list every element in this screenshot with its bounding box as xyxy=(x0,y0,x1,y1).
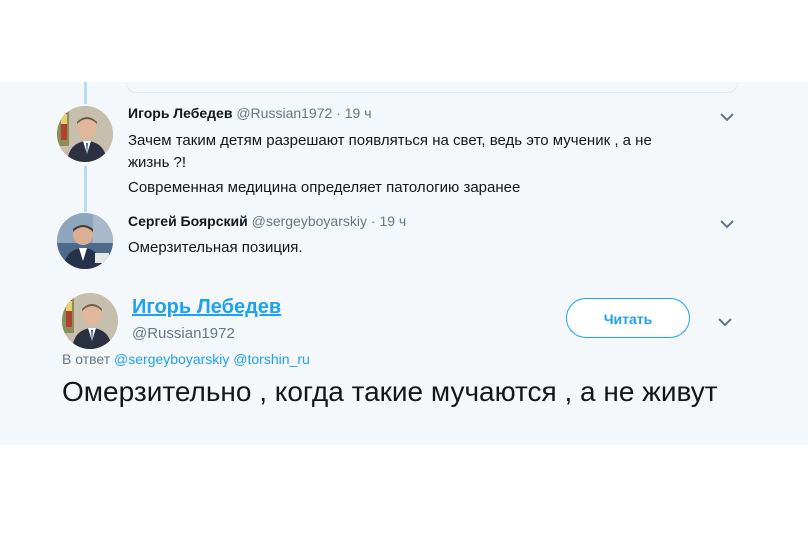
timestamp[interactable]: 19 ч xyxy=(379,213,406,229)
mention-link[interactable]: @torshin_ru xyxy=(233,351,309,367)
tweet-line: Современная медицина определяет патологи… xyxy=(128,179,521,196)
thread-connector-line xyxy=(84,166,87,212)
person-avatar-icon xyxy=(57,106,113,162)
thread-connector-line xyxy=(84,82,87,104)
tweet-line: Зачем таким детям разрешают появляться н… xyxy=(128,132,652,149)
author-handle[interactable]: @Russian1972 xyxy=(236,105,332,121)
chevron-down-icon[interactable] xyxy=(718,215,736,233)
tweet-line: жизнь ?! xyxy=(128,154,187,171)
quoted-tweet-box-bottom xyxy=(126,82,738,93)
reply-context: В ответ @sergeyboyarskiy @torshin_ru xyxy=(62,351,310,367)
separator: · xyxy=(370,213,376,229)
tweet-header: Сергей Боярский @sergeyboyarskiy · 19 ч xyxy=(128,213,406,229)
tweet-text: Зачем таким детям разрешают появляться н… xyxy=(128,130,652,199)
follow-button[interactable]: Читать xyxy=(566,298,690,338)
mention-link[interactable]: @sergeyboyarskiy xyxy=(114,351,229,367)
main-tweet-text: Омерзительно , когда такие мучаются , а … xyxy=(62,376,718,407)
chevron-down-icon[interactable] xyxy=(716,313,734,331)
avatar[interactable] xyxy=(62,293,118,349)
separator: · xyxy=(336,105,341,121)
timestamp[interactable]: 19 ч xyxy=(345,105,372,121)
tweet-thread-panel: Игорь Лебедев @Russian1972 · 19 ч Зачем … xyxy=(0,82,808,445)
author-name[interactable]: Сергей Боярский xyxy=(128,213,248,229)
person-avatar-icon xyxy=(62,293,118,349)
main-author-name[interactable]: Игорь Лебедев xyxy=(132,296,281,319)
author-handle[interactable]: @sergeyboyarskiy xyxy=(252,213,367,229)
person-avatar-icon xyxy=(57,213,113,269)
avatar[interactable] xyxy=(57,213,113,269)
chevron-down-icon[interactable] xyxy=(718,108,736,126)
tweet-line: Омерзительная позиция. xyxy=(128,239,303,256)
tweet-header: Игорь Лебедев @Russian1972 · 19 ч xyxy=(128,105,372,121)
reply-prefix: В ответ xyxy=(62,351,111,367)
main-author-handle[interactable]: @Russian1972 xyxy=(132,325,235,342)
avatar[interactable] xyxy=(57,106,113,162)
tweet-text: Омерзительная позиция. xyxy=(128,237,303,259)
author-name[interactable]: Игорь Лебедев xyxy=(128,105,232,121)
